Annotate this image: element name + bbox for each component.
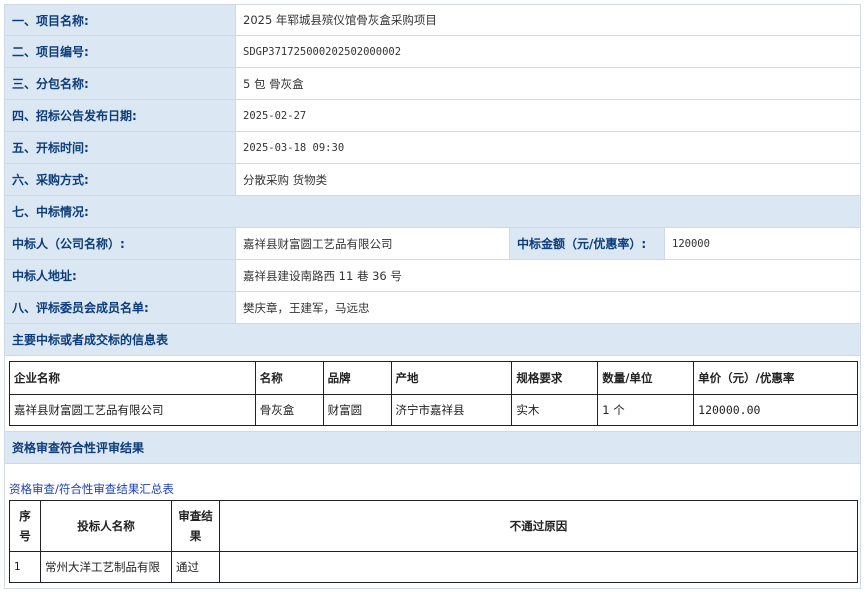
table-row: 嘉祥县财富圆工艺品有限公司 骨灰盒 财富圆 济宁市嘉祥县 实木 1 个 1200… (9, 394, 858, 426)
committee-label: 八、评标委员会成员名单: (4, 291, 236, 324)
project-number-value: SDGP371725000202502000002 (235, 35, 861, 68)
cell-unit-price: 120000.00 (693, 394, 858, 426)
cell-spec: 实木 (511, 394, 599, 426)
project-number-label: 二、项目编号: (4, 35, 236, 68)
winning-amount-value: 120000 (664, 227, 861, 260)
review-header-row: 序号 投标人名称 审查结果 不通过原因 (9, 500, 858, 552)
header-unit-price: 单价（元）/优惠率 (693, 361, 858, 395)
opening-time-label: 五、开标时间: (4, 131, 236, 164)
cell-origin: 济宁市嘉祥县 (390, 394, 513, 426)
header-origin: 产地 (390, 361, 513, 395)
package-name-value: 5 包 骨灰盒 (235, 67, 861, 100)
main-info-heading: 主要中标或者成交标的信息表 (4, 323, 861, 356)
cell-quantity: 1 个 (597, 394, 695, 426)
header-spec: 规格要求 (511, 361, 599, 395)
package-name-label: 三、分包名称: (4, 67, 236, 100)
project-name-value: 2025 年郓城县殡仪馆骨灰盒采购项目 (235, 4, 861, 36)
header-seq: 序号 (9, 500, 41, 552)
cell-result: 通过 (171, 551, 220, 583)
winning-info-heading: 七、中标情况: (4, 195, 861, 228)
main-info-table: 企业名称 名称 品牌 产地 规格要求 数量/单位 单价（元）/优惠率 嘉祥县财富… (9, 361, 858, 426)
procurement-method-value: 分散采购 货物类 (235, 163, 861, 196)
winner-name-value: 嘉祥县财富圆工艺品有限公司 (235, 227, 510, 260)
cell-item-name: 骨灰盒 (254, 394, 324, 426)
header-quantity: 数量/单位 (597, 361, 695, 395)
main-info-header-row: 企业名称 名称 品牌 产地 规格要求 数量/单位 单价（元）/优惠率 (9, 361, 858, 395)
header-reason: 不通过原因 (219, 500, 858, 552)
winner-address-label: 中标人地址: (4, 259, 236, 292)
cell-company: 嘉祥县财富圆工艺品有限公司 (9, 394, 256, 426)
header-brand: 品牌 (322, 361, 392, 395)
cell-bidder: 常州大洋工艺制品有限 (40, 551, 172, 583)
table-row: 1 常州大洋工艺制品有限 通过 (9, 551, 858, 583)
opening-time-value: 2025-03-18 09:30 (235, 131, 861, 164)
header-item-name: 名称 (254, 361, 324, 395)
header-result: 审查结果 (171, 500, 220, 552)
review-table: 序号 投标人名称 审查结果 不通过原因 1 常州大洋工艺制品有限 通过 (9, 500, 858, 583)
announcement-date-value: 2025-02-27 (235, 99, 861, 132)
project-name-label: 一、项目名称: (4, 4, 236, 36)
announcement-date-label: 四、招标公告发布日期: (4, 99, 236, 132)
cell-seq: 1 (9, 551, 41, 583)
header-bidder: 投标人名称 (40, 500, 172, 552)
cell-brand: 财富圆 (322, 394, 392, 426)
winner-name-label: 中标人（公司名称）: (4, 227, 236, 260)
procurement-method-label: 六、采购方式: (4, 163, 236, 196)
qualification-heading: 资格审查符合性评审结果 (4, 431, 861, 464)
review-summary-link[interactable]: 资格审查/符合性审查结果汇总表 (9, 481, 174, 497)
cell-reason (219, 551, 858, 583)
winning-amount-label: 中标金额（元/优惠率）: (509, 227, 665, 260)
winner-address-value: 嘉祥县建设南路西 11 巷 36 号 (235, 259, 861, 292)
header-company: 企业名称 (9, 361, 256, 395)
committee-value: 樊庆章，王建军，马远忠 (235, 291, 861, 324)
